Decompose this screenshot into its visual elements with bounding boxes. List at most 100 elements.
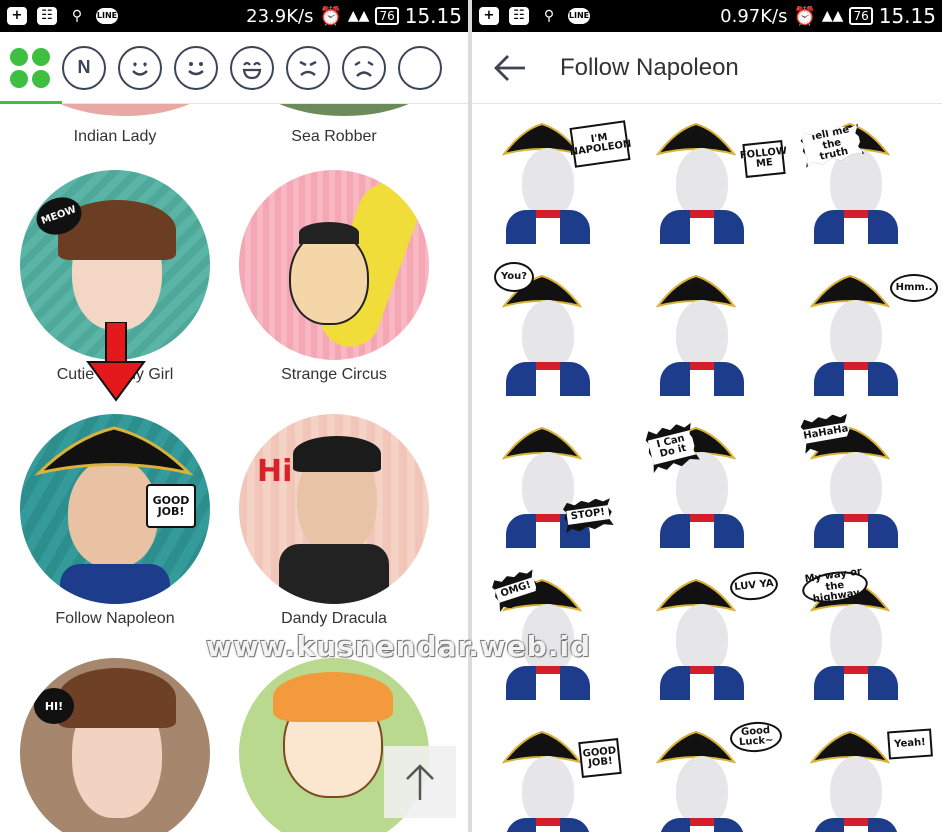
sticker-preview[interactable]: Hmm.. — [802, 262, 942, 412]
red-down-arrow-icon — [86, 322, 146, 402]
sticker-preview-grid: I'M NAPOLEON FOLLOW ME Tell me the truth Yo… — [472, 104, 942, 832]
face-placeholder — [522, 756, 574, 826]
sticker-speech-bubble: GOOD JOB! — [578, 738, 622, 778]
sticker-caption: I'M NAPOLEON — [569, 131, 633, 159]
face-placeholder — [830, 300, 882, 370]
uniform-figure — [660, 666, 744, 700]
sticker-speech-bubble: GOOD JOB! — [146, 484, 196, 528]
sticker-preview[interactable]: Yeah! — [802, 718, 942, 832]
arrow-left-icon — [494, 54, 525, 81]
sticker-preview[interactable]: GOOD JOB! — [494, 718, 634, 832]
alarm-icon: ⏰ — [319, 5, 342, 27]
sticker-preview[interactable]: FOLLOW ME — [648, 110, 788, 260]
face-placeholder — [522, 300, 574, 370]
sticker-item[interactable]: Hi Dandy Dracula — [224, 414, 444, 628]
uniform-figure — [814, 666, 898, 700]
sticker-preview[interactable]: LUV YA — [648, 566, 788, 716]
sticker-label: Indian Lady — [73, 128, 157, 145]
uniform-figure — [506, 666, 590, 700]
uniform-figure — [814, 362, 898, 396]
sticker-thumb-indian-lady[interactable] — [30, 104, 220, 116]
sticker-thumbnail: HI! — [20, 658, 210, 832]
sticker-caption: HaHaHa — [798, 421, 853, 445]
uniform-figure — [506, 210, 590, 244]
sticker-caption: FOLLOW ME — [739, 145, 788, 170]
uniform-figure — [814, 818, 898, 832]
sticker-preview[interactable]: Good Luck~ — [648, 718, 788, 832]
sticker-detail-screen: + ☷ ⚲ LINE 0.97K/s ⏰ ▲▲ 76 15.15 Follow … — [472, 0, 942, 832]
sticker-label: Dandy Dracula — [281, 610, 387, 627]
back-button[interactable] — [492, 50, 528, 86]
page-title: Follow Napoleon — [560, 53, 739, 81]
sticker-item-follow-napoleon[interactable]: GOOD JOB! Follow Napoleon — [5, 414, 225, 628]
sticker-preview[interactable] — [648, 262, 788, 412]
face-placeholder — [676, 300, 728, 370]
sticker-preview[interactable]: I'M NAPOLEON — [494, 110, 634, 260]
sticker-speech-bubble: You? — [494, 262, 534, 292]
uniform-figure — [506, 818, 590, 832]
line-app-icon: LINE — [568, 6, 590, 26]
sticker-thumb-sea-robber[interactable] — [249, 104, 439, 116]
sticker-thumbnail — [239, 170, 429, 360]
face-placeholder — [676, 756, 728, 826]
sticker-preview[interactable]: Tell me the truth — [802, 110, 942, 260]
line-app-icon: LINE — [96, 6, 118, 26]
tab-laugh-face-icon[interactable] — [230, 45, 274, 90]
tab-love-face-icon[interactable] — [118, 45, 162, 90]
battery-indicator: 76 — [375, 7, 399, 25]
face-placeholder — [522, 148, 574, 218]
sticker-speech-bubble: LUV YA — [728, 569, 780, 603]
tab-sad-face-icon[interactable] — [342, 45, 386, 90]
sticker-preview[interactable]: STOP! — [494, 414, 634, 564]
sticker-speech-bubble: FOLLOW ME — [739, 140, 788, 178]
sticker-label: Follow Napoleon — [55, 610, 175, 627]
sticker-preview[interactable]: You? — [494, 262, 634, 412]
sticker-preview[interactable]: HaHaHa — [802, 414, 942, 564]
sticker-thumbnail: Hi — [239, 414, 429, 604]
sticker-caption: Hmm.. — [895, 281, 933, 293]
app-header: Follow Napoleon — [472, 32, 942, 104]
status-bar: + ☷ ⚲ LINE 23.9K/s ⏰ ▲▲ 76 15.15 — [0, 0, 468, 32]
signal-icon: ▲▲ — [347, 8, 370, 24]
tab-smile-face-icon[interactable] — [174, 45, 218, 90]
sticker-caption: Yeah! — [893, 736, 927, 750]
tab-angry-face-icon[interactable] — [286, 45, 330, 90]
arrow-up-icon — [406, 764, 434, 800]
sticker-shop-screen: + ☷ ⚲ LINE 23.9K/s ⏰ ▲▲ 76 15.15 N India… — [0, 0, 468, 832]
sticker-speech-bubble: Good Luck~ — [729, 720, 783, 754]
uniform-figure — [660, 818, 744, 832]
face-placeholder — [830, 604, 882, 674]
network-speed: 0.97K/s — [720, 5, 788, 27]
face-placeholder — [830, 452, 882, 522]
sticker-preview[interactable]: I Can Do it — [648, 414, 788, 564]
sticker-speech-bubble: Yeah! — [887, 728, 933, 760]
scroll-to-top-button[interactable] — [384, 746, 456, 818]
sticker-caption: I Can Do it — [648, 430, 697, 465]
sticker-speech-bubble: HI! — [34, 688, 74, 724]
sticker-grid: Indian Lady Sea Robber MEOW Cutie Bunny … — [0, 104, 468, 832]
search-icon: ⚲ — [543, 8, 555, 24]
uniform-figure — [660, 514, 744, 548]
sticker-thumbnail: GOOD JOB! — [20, 414, 210, 604]
sticker-preview[interactable]: My way or the highway — [800, 566, 942, 716]
signal-icon: ▲▲ — [821, 8, 844, 24]
uniform-figure — [814, 514, 898, 548]
sticker-label: Sea Robber — [291, 128, 377, 145]
sticker-speech-bubble: Hmm.. — [890, 274, 938, 302]
sticker-item[interactable]: HI! — [5, 658, 225, 832]
sticker-speech-text: Hi — [257, 454, 293, 489]
face-placeholder — [830, 756, 882, 826]
tab-new[interactable]: N — [62, 45, 106, 90]
sticker-caption: LUV YA — [733, 577, 775, 593]
notification-add-icon: + — [478, 6, 500, 26]
uniform-figure — [814, 210, 898, 244]
uniform-figure — [660, 362, 744, 396]
sticker-item[interactable]: Strange Circus — [224, 170, 444, 384]
clock: 15.15 — [404, 4, 462, 28]
tab-all-grid-icon[interactable] — [10, 47, 50, 88]
sticker-label: Strange Circus — [281, 366, 387, 383]
face-placeholder — [676, 148, 728, 218]
uniform-figure — [660, 210, 744, 244]
tab-more-face-icon[interactable] — [398, 45, 442, 90]
status-bar: + ☷ ⚲ LINE 0.97K/s ⏰ ▲▲ 76 15.15 — [472, 0, 942, 32]
